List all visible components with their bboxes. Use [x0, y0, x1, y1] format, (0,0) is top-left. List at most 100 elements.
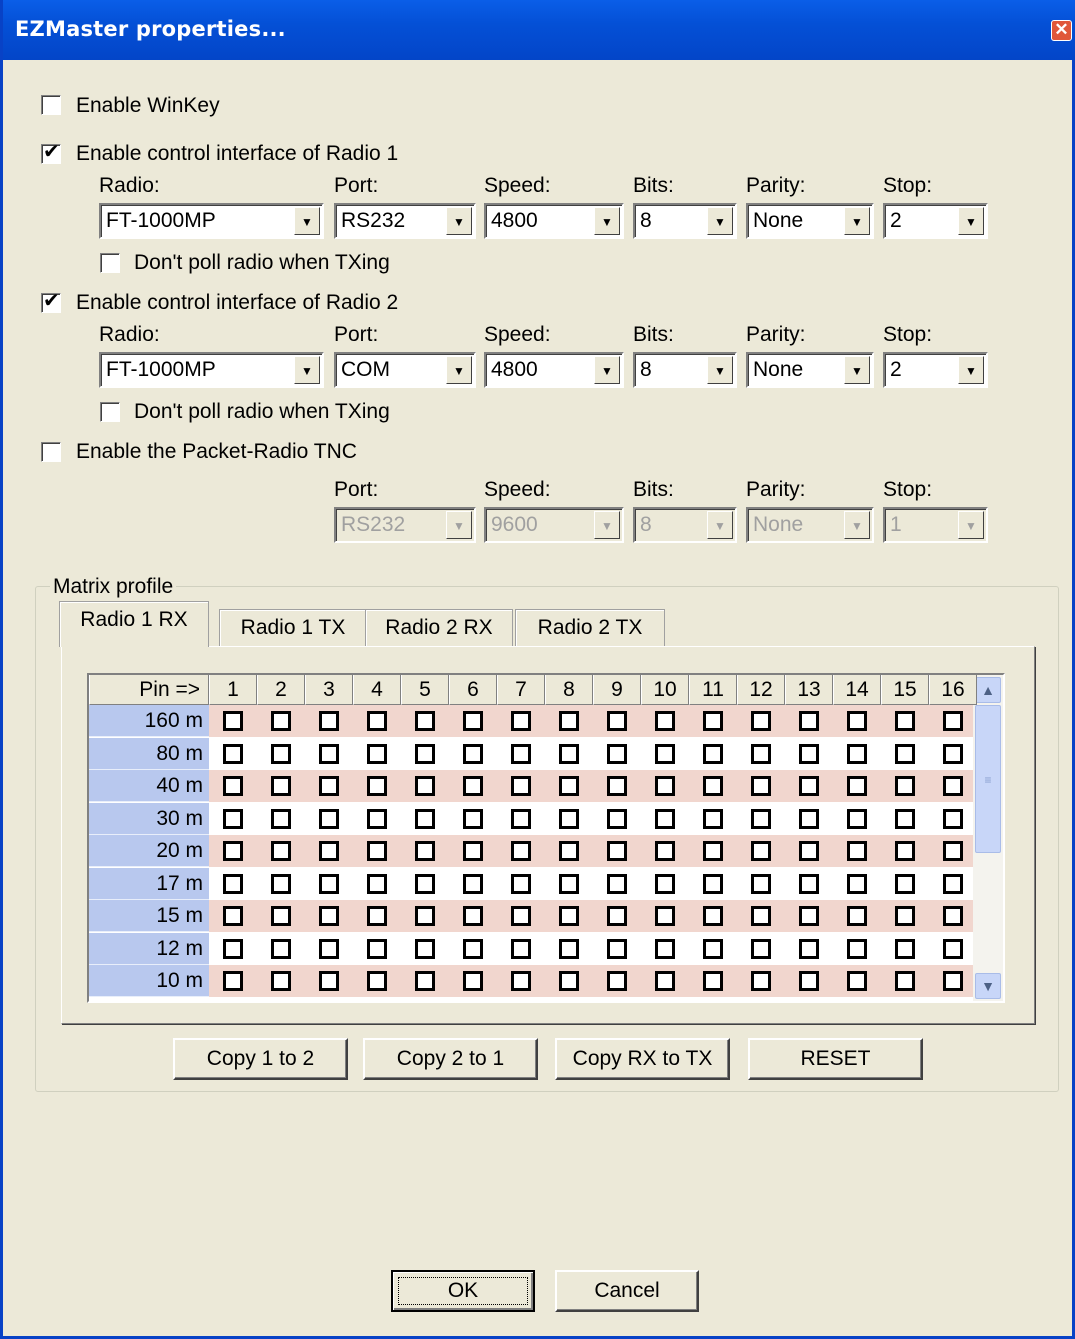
- tab-radio-1-rx[interactable]: Radio 1 RX: [59, 601, 209, 647]
- matrix-checkbox[interactable]: [799, 808, 819, 829]
- matrix-checkbox[interactable]: [655, 906, 675, 926]
- matrix-checkbox[interactable]: [559, 906, 579, 926]
- matrix-checkbox[interactable]: [847, 938, 867, 959]
- radio2-parity-select[interactable]: None ▼: [746, 352, 874, 388]
- matrix-checkbox[interactable]: [655, 873, 675, 894]
- pin-column-header[interactable]: 4: [353, 675, 401, 705]
- matrix-checkbox[interactable]: [943, 743, 963, 764]
- radio2-checkbox[interactable]: ✔: [41, 290, 61, 313]
- matrix-checkbox[interactable]: [943, 971, 963, 991]
- matrix-checkbox[interactable]: [223, 906, 243, 926]
- radio1-bits-select[interactable]: 8 ▼: [633, 203, 737, 239]
- radio1-port-select[interactable]: RS232 ▼: [334, 203, 476, 239]
- matrix-checkbox[interactable]: [799, 743, 819, 764]
- tnc-checkbox[interactable]: [41, 442, 61, 462]
- matrix-checkbox[interactable]: [703, 743, 723, 764]
- matrix-checkbox[interactable]: [223, 776, 243, 796]
- copy-2-to-1-button[interactable]: Copy 2 to 1: [363, 1038, 538, 1080]
- matrix-checkbox[interactable]: [367, 776, 387, 796]
- tnc-speed-select[interactable]: 9600 ▼: [484, 507, 624, 543]
- matrix-checkbox[interactable]: [511, 873, 531, 894]
- matrix-checkbox[interactable]: [895, 938, 915, 959]
- matrix-checkbox[interactable]: [847, 906, 867, 926]
- matrix-checkbox[interactable]: [559, 873, 579, 894]
- copy-1-to-2-button[interactable]: Copy 1 to 2: [173, 1038, 348, 1080]
- radio2-nopoll-checkbox[interactable]: [100, 402, 120, 422]
- matrix-checkbox[interactable]: [271, 938, 291, 959]
- matrix-checkbox[interactable]: [799, 938, 819, 959]
- matrix-checkbox[interactable]: [655, 743, 675, 764]
- radio1-speed-select[interactable]: 4800 ▼: [484, 203, 624, 239]
- matrix-checkbox[interactable]: [703, 906, 723, 926]
- matrix-checkbox[interactable]: [271, 711, 291, 731]
- matrix-checkbox[interactable]: [319, 711, 339, 731]
- matrix-checkbox[interactable]: [559, 743, 579, 764]
- matrix-checkbox[interactable]: [559, 971, 579, 991]
- matrix-checkbox[interactable]: [895, 906, 915, 926]
- pin-column-header[interactable]: 11: [689, 675, 737, 705]
- matrix-checkbox[interactable]: [319, 743, 339, 764]
- matrix-checkbox[interactable]: [799, 906, 819, 926]
- matrix-checkbox[interactable]: [895, 971, 915, 991]
- radio2-radio-select[interactable]: FT-1000MP ▼: [99, 352, 324, 388]
- matrix-checkbox[interactable]: [415, 841, 435, 861]
- matrix-checkbox[interactable]: [799, 873, 819, 894]
- chevron-down-icon[interactable]: ▼: [958, 511, 984, 539]
- matrix-checkbox[interactable]: [319, 841, 339, 861]
- tnc-bits-select[interactable]: 8 ▼: [633, 507, 737, 543]
- matrix-checkbox[interactable]: [751, 808, 771, 829]
- matrix-checkbox[interactable]: [799, 841, 819, 861]
- scroll-thumb[interactable]: ≡: [975, 705, 1001, 853]
- matrix-checkbox[interactable]: [847, 841, 867, 861]
- matrix-checkbox[interactable]: [223, 711, 243, 731]
- matrix-checkbox[interactable]: [559, 776, 579, 796]
- matrix-checkbox[interactable]: [223, 971, 243, 991]
- matrix-checkbox[interactable]: [559, 841, 579, 861]
- matrix-checkbox[interactable]: [271, 776, 291, 796]
- reset-button[interactable]: RESET: [748, 1038, 923, 1080]
- matrix-checkbox[interactable]: [271, 841, 291, 861]
- pin-column-header[interactable]: 2: [257, 675, 305, 705]
- scroll-up-icon[interactable]: ▲: [975, 677, 1001, 703]
- pin-column-header[interactable]: 7: [497, 675, 545, 705]
- radio1-radio-select[interactable]: FT-1000MP ▼: [99, 203, 324, 239]
- matrix-checkbox[interactable]: [655, 841, 675, 861]
- matrix-checkbox[interactable]: [943, 711, 963, 731]
- title-bar[interactable]: EZMaster properties... ✕: [3, 0, 1075, 60]
- chevron-down-icon[interactable]: ▼: [594, 207, 620, 235]
- chevron-down-icon[interactable]: ▼: [446, 511, 472, 539]
- matrix-checkbox[interactable]: [703, 711, 723, 731]
- matrix-checkbox[interactable]: [703, 808, 723, 829]
- matrix-checkbox[interactable]: [943, 938, 963, 959]
- matrix-checkbox[interactable]: [463, 711, 483, 731]
- matrix-checkbox[interactable]: [223, 873, 243, 894]
- matrix-checkbox[interactable]: [847, 808, 867, 829]
- matrix-checkbox[interactable]: [511, 971, 531, 991]
- matrix-checkbox[interactable]: [367, 906, 387, 926]
- matrix-checkbox[interactable]: [415, 711, 435, 731]
- close-icon[interactable]: ✕: [1051, 20, 1072, 41]
- matrix-checkbox[interactable]: [415, 873, 435, 894]
- matrix-checkbox[interactable]: [463, 743, 483, 764]
- matrix-checkbox[interactable]: [463, 841, 483, 861]
- chevron-down-icon[interactable]: ▼: [294, 356, 320, 384]
- matrix-checkbox[interactable]: [847, 776, 867, 796]
- matrix-checkbox[interactable]: [511, 841, 531, 861]
- matrix-checkbox[interactable]: [271, 971, 291, 991]
- matrix-checkbox[interactable]: [319, 906, 339, 926]
- matrix-checkbox[interactable]: [847, 873, 867, 894]
- tnc-port-select[interactable]: RS232 ▼: [334, 507, 476, 543]
- matrix-checkbox[interactable]: [751, 906, 771, 926]
- chevron-down-icon[interactable]: ▼: [844, 511, 870, 539]
- matrix-checkbox[interactable]: [607, 743, 627, 764]
- pin-column-header[interactable]: 3: [305, 675, 353, 705]
- matrix-checkbox[interactable]: [367, 841, 387, 861]
- matrix-checkbox[interactable]: [463, 938, 483, 959]
- ok-button[interactable]: OK: [391, 1270, 535, 1312]
- matrix-checkbox[interactable]: [703, 971, 723, 991]
- matrix-checkbox[interactable]: [751, 938, 771, 959]
- matrix-checkbox[interactable]: [223, 808, 243, 829]
- pin-column-header[interactable]: 12: [737, 675, 785, 705]
- tab-radio-2-rx[interactable]: Radio 2 RX: [365, 609, 513, 647]
- winkey-checkbox[interactable]: [41, 95, 61, 115]
